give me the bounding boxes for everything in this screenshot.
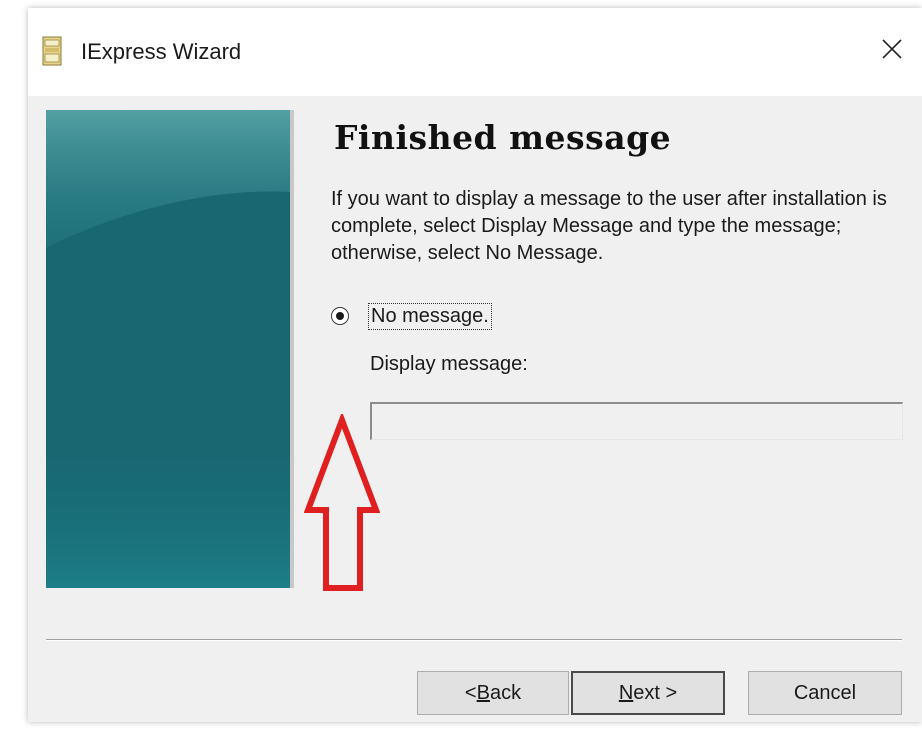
iexpress-wizard-window: IExpress Wizard Finished message If you … xyxy=(28,8,922,722)
back-button-mnemonic: B xyxy=(476,681,490,704)
window-title: IExpress Wizard xyxy=(81,39,242,64)
title-bar: IExpress Wizard xyxy=(28,8,922,96)
wizard-side-banner xyxy=(46,110,294,588)
no-message-option[interactable]: No message. xyxy=(331,301,492,331)
next-button[interactable]: Next > xyxy=(571,671,725,715)
iexpress-app-icon xyxy=(42,36,62,66)
close-icon xyxy=(881,38,903,65)
back-button-prefix: < xyxy=(464,681,477,704)
display-message-input[interactable] xyxy=(370,402,903,440)
wizard-client-area: Finished message If you want to display … xyxy=(28,96,922,722)
back-button[interactable]: < Back xyxy=(417,671,569,715)
radio-selected-dot xyxy=(336,312,344,320)
display-message-label: Display message: xyxy=(370,353,528,375)
back-button-rest: ack xyxy=(489,681,522,704)
page-description: If you want to display a message to the … xyxy=(331,188,887,264)
no-message-label[interactable]: No message. xyxy=(368,302,492,330)
no-message-radio[interactable] xyxy=(331,307,349,325)
close-button[interactable] xyxy=(862,26,922,76)
cancel-button[interactable]: Cancel xyxy=(748,671,902,715)
next-button-mnemonic: N xyxy=(618,681,634,704)
red-up-arrow-annotation xyxy=(304,414,380,591)
button-divider xyxy=(46,639,902,641)
next-button-rest: ext > xyxy=(633,681,678,704)
page-heading: Finished message xyxy=(334,118,672,157)
